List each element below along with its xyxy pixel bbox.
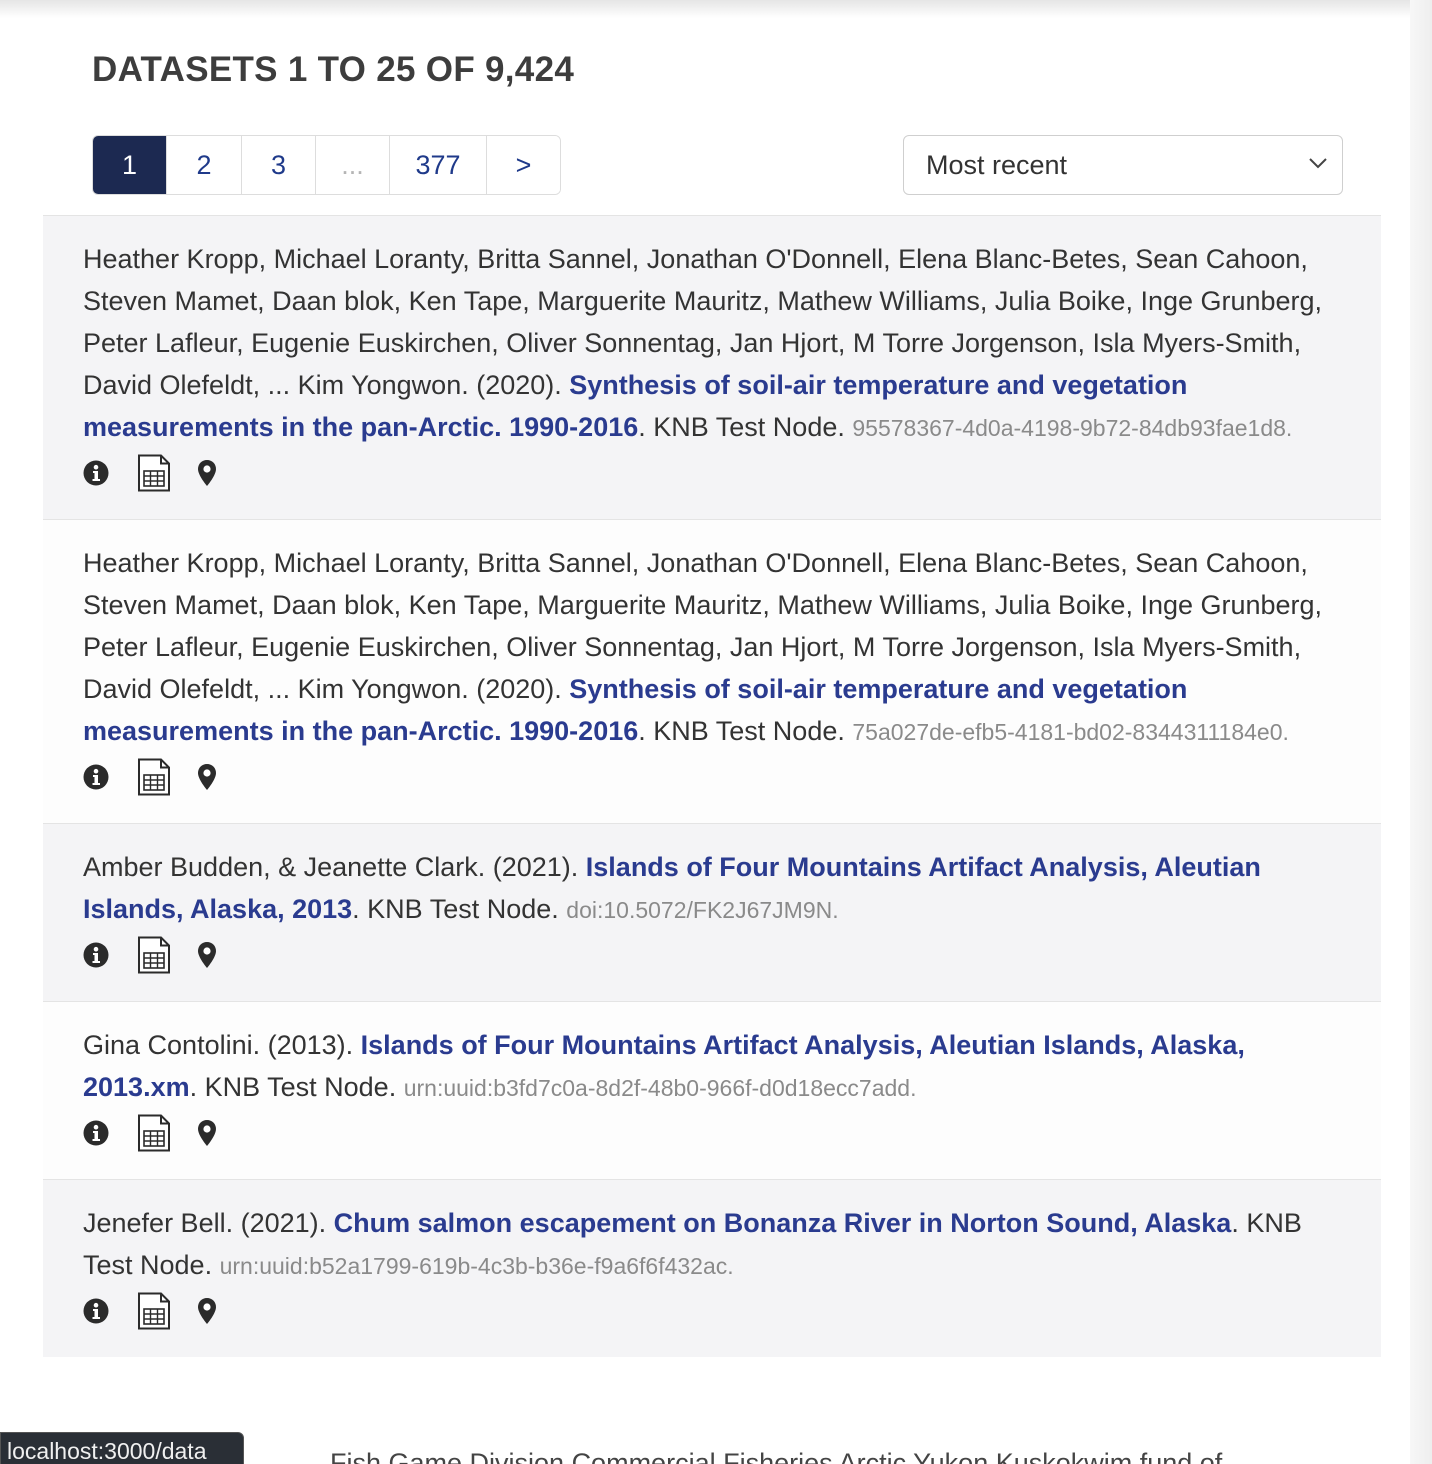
result-authors: Jenefer Bell. (2021). [83,1208,334,1238]
citation: Amber Budden, & Jeanette Clark. (2021). … [83,846,1341,931]
result-icons [83,1111,1341,1155]
result-item: Amber Budden, & Jeanette Clark. (2021). … [43,823,1381,1001]
info-icon[interactable] [83,1120,109,1146]
result-authors: Gina Contolini. (2013). [83,1030,361,1060]
result-icons [83,451,1341,495]
result-identifier: 95578367-4d0a-4198-9b72-84db93fae1d8. [852,415,1293,441]
page-2-button[interactable]: 2 [167,136,242,194]
data-table-icon[interactable] [137,1292,171,1330]
map-marker-icon[interactable] [197,1119,217,1147]
map-marker-icon[interactable] [197,1297,217,1325]
result-item: Jenefer Bell. (2021). Chum salmon escape… [43,1179,1381,1357]
data-table-icon[interactable] [137,454,171,492]
result-title-link[interactable]: Chum salmon escapement on Bonanza River … [334,1208,1232,1238]
result-icons [83,755,1341,799]
info-icon[interactable] [83,942,109,968]
citation: Jenefer Bell. (2021). Chum salmon escape… [83,1202,1341,1287]
next-page-button[interactable]: > [487,136,560,194]
result-item: Heather Kropp, Michael Loranty, Britta S… [43,215,1381,519]
result-identifier: doi:10.5072/FK2J67JM9N. [566,897,839,923]
page-ellipsis: ... [316,136,390,194]
results-list: Heather Kropp, Michael Loranty, Britta S… [43,215,1381,1357]
sort-select[interactable]: Most recent [903,135,1343,195]
result-node: . KNB Test Node. [638,412,853,442]
status-bar-url: localhost:3000/data [0,1432,244,1464]
map-marker-icon[interactable] [197,459,217,487]
sort-selected-value: Most recent [926,149,1068,180]
citation: Gina Contolini. (2013). Islands of Four … [83,1024,1341,1109]
result-identifier: urn:uuid:b52a1799-619b-4c3b-b36e-f9a6f6f… [219,1253,734,1279]
partial-result-text: Fish Game Division Commercial Fisheries … [330,1448,1223,1464]
info-icon[interactable] [83,1298,109,1324]
result-icons [83,1289,1341,1333]
page-377-button[interactable]: 377 [390,136,487,194]
result-node: . KNB Test Node. [352,894,567,924]
citation: Heather Kropp, Michael Loranty, Britta S… [83,238,1341,449]
chevron-down-icon [1309,158,1327,169]
result-authors: Amber Budden, & Jeanette Clark. (2021). [83,852,586,882]
map-marker-icon[interactable] [197,941,217,969]
result-identifier: 75a027de-efb5-4181-bd02-8344311184e0. [852,719,1289,745]
pagination: 1 2 3 ... 377 > [92,135,561,195]
result-identifier: urn:uuid:b3fd7c0a-8d2f-48b0-966f-d0d18ec… [403,1075,917,1101]
data-table-icon[interactable] [137,1114,171,1152]
page-3-button[interactable]: 3 [242,136,316,194]
result-item: Heather Kropp, Michael Loranty, Britta S… [43,519,1381,823]
info-icon[interactable] [83,460,109,486]
scrollbar-track[interactable] [1410,0,1432,1464]
data-table-icon[interactable] [137,936,171,974]
citation: Heather Kropp, Michael Loranty, Britta S… [83,542,1341,753]
top-shadow [0,0,1432,18]
result-item: Gina Contolini. (2013). Islands of Four … [43,1001,1381,1179]
result-node: . KNB Test Node. [638,716,853,746]
result-node: . KNB Test Node. [189,1072,404,1102]
page-title: DATASETS 1 TO 25 OF 9,424 [92,50,575,89]
result-icons [83,933,1341,977]
map-marker-icon[interactable] [197,763,217,791]
info-icon[interactable] [83,764,109,790]
data-table-icon[interactable] [137,758,171,796]
page-1-button[interactable]: 1 [93,136,167,194]
